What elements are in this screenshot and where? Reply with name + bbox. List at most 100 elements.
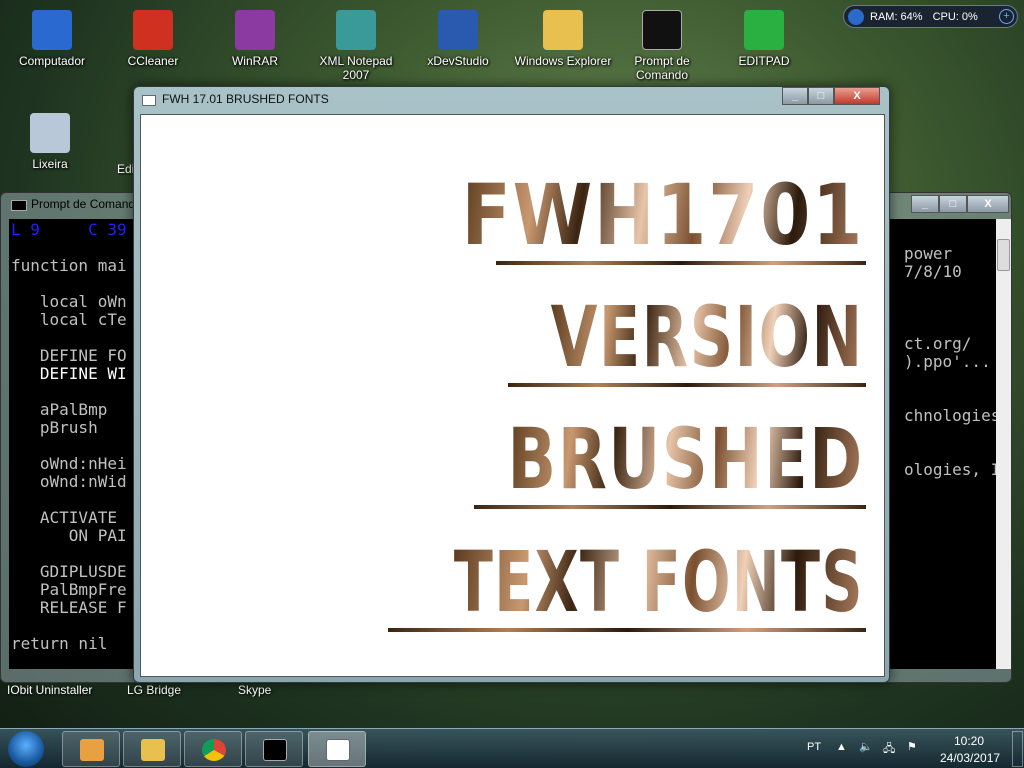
recycle-bin-icon xyxy=(30,113,70,153)
console-line: ACTIVATE xyxy=(11,508,127,527)
folder-icon xyxy=(141,739,165,761)
underline-1 xyxy=(496,261,866,265)
xml-notepad-icon xyxy=(336,10,376,50)
console-line: function mai xyxy=(11,256,127,275)
chrome-icon xyxy=(202,739,226,761)
desktop-icon-lg-bridge[interactable]: LG Bridge xyxy=(127,683,181,697)
console-line: return nil xyxy=(11,634,108,653)
brushed-fonts-window: FWH 17.01 BRUSHED FONTS _ □ X FWH1701 VE… xyxy=(133,86,890,683)
client-area: FWH1701 VERSION BRUSHED TEXT FONTS xyxy=(140,114,885,677)
ram-usage: RAM: 64% xyxy=(870,10,923,23)
desktop-icon-prompt[interactable]: Prompt de Comando xyxy=(617,10,707,82)
winrar-icon xyxy=(235,10,275,50)
close-button[interactable]: X xyxy=(834,87,880,105)
gauge-icon xyxy=(848,9,864,25)
taskbar-fwh-app[interactable] xyxy=(308,731,366,767)
scrollbar[interactable] xyxy=(996,219,1011,669)
console-line: DEFINE WI xyxy=(11,364,127,383)
cmd-icon xyxy=(11,200,27,211)
window-title: FWH 17.01 BRUSHED FONTS xyxy=(162,92,329,106)
console-line: DEFINE FO xyxy=(11,346,127,365)
desktop-icon-editpad[interactable]: EDITPAD xyxy=(719,10,809,68)
minimize-button[interactable]: _ xyxy=(911,195,939,213)
console-line: 7/8/10 xyxy=(904,262,962,281)
start-button[interactable] xyxy=(8,731,44,767)
console-line: L 9 C 39 xyxy=(11,220,127,239)
folder-icon xyxy=(543,10,583,50)
desktop-icon-lixeira[interactable]: Lixeira xyxy=(5,113,95,171)
minimize-button[interactable]: _ xyxy=(782,87,808,105)
underline-3 xyxy=(474,505,866,509)
taskbar-outlook[interactable] xyxy=(62,731,120,767)
network-icon[interactable]: 🖧 xyxy=(883,740,895,759)
maximize-button[interactable]: □ xyxy=(808,87,834,105)
console-line: local oWn xyxy=(11,292,127,311)
console-line: pBrush xyxy=(11,418,98,437)
brushed-text-line-1: FWH1701 xyxy=(461,166,864,264)
taskbar: PT ▲ 🔈 🖧 ⚑ 10:20 24/03/2017 xyxy=(0,728,1024,768)
mail-icon xyxy=(80,739,104,761)
console-line: chnologies, xyxy=(904,406,996,425)
console-line: oWnd:nHei xyxy=(11,454,127,473)
show-desktop-button[interactable] xyxy=(1012,731,1023,767)
taskbar-chrome[interactable] xyxy=(184,731,242,767)
computer-icon xyxy=(32,10,72,50)
plus-icon[interactable]: + xyxy=(999,9,1014,24)
console-line: power xyxy=(904,244,953,263)
action-center-flag-icon[interactable]: ⚑ xyxy=(907,740,917,753)
desktop-icon-ccleaner[interactable]: CCleaner xyxy=(108,10,198,68)
desktop-icon-windows-explorer[interactable]: Windows Explorer xyxy=(508,10,618,68)
editpad-icon xyxy=(744,10,784,50)
desktop-icon-edi[interactable]: Edi xyxy=(117,162,134,176)
system-monitor-widget[interactable]: RAM: 64% CPU: 0% + xyxy=(843,5,1018,28)
desktop-icon-winrar[interactable]: WinRAR xyxy=(210,10,300,68)
clock-time[interactable]: 10:20 xyxy=(954,734,984,748)
scrollbar-thumb[interactable] xyxy=(997,239,1010,271)
console-line: PalBmpFre xyxy=(11,580,127,599)
console-line: oWnd:nWid xyxy=(11,472,127,491)
brushed-text-line-4: TEXT FONTS xyxy=(454,533,864,631)
app-icon xyxy=(142,95,156,106)
desktop-icon-computador[interactable]: Computador xyxy=(7,10,97,68)
app-icon xyxy=(326,739,350,761)
cpu-usage: CPU: 0% xyxy=(932,10,978,23)
maximize-button[interactable]: □ xyxy=(939,195,967,213)
console-line: ).ppo'... xyxy=(904,352,991,371)
console-line: ologies, In xyxy=(904,460,996,479)
cmd-icon xyxy=(642,10,682,50)
show-hidden-icons-icon[interactable]: ▲ xyxy=(836,741,847,753)
clock-date[interactable]: 24/03/2017 xyxy=(940,751,1000,765)
cmd-icon xyxy=(263,739,287,761)
underline-2 xyxy=(508,383,866,387)
close-button[interactable]: X xyxy=(967,195,1009,213)
desktop-icon-xdevstudio[interactable]: xDevStudio xyxy=(413,10,503,68)
underline-4 xyxy=(388,628,866,632)
desktop-icon-skype[interactable]: Skype xyxy=(238,683,271,697)
language-indicator[interactable]: PT xyxy=(807,741,821,753)
desktop-icon-iobit[interactable]: IObit Uninstaller xyxy=(7,683,92,697)
console-line: local cTe xyxy=(11,310,127,329)
taskbar-explorer[interactable] xyxy=(123,731,181,767)
desktop-icon-xml-notepad[interactable]: XML Notepad 2007 xyxy=(311,10,401,82)
window-title: Prompt de Comando xyxy=(31,197,142,211)
console-line: GDIPLUSDE xyxy=(11,562,127,581)
taskbar-cmd[interactable] xyxy=(245,731,303,767)
volume-icon[interactable]: 🔈 xyxy=(859,740,873,753)
ccleaner-icon xyxy=(133,10,173,50)
brushed-text-line-2: VERSION xyxy=(551,288,864,386)
console-line: RELEASE F xyxy=(11,598,127,617)
